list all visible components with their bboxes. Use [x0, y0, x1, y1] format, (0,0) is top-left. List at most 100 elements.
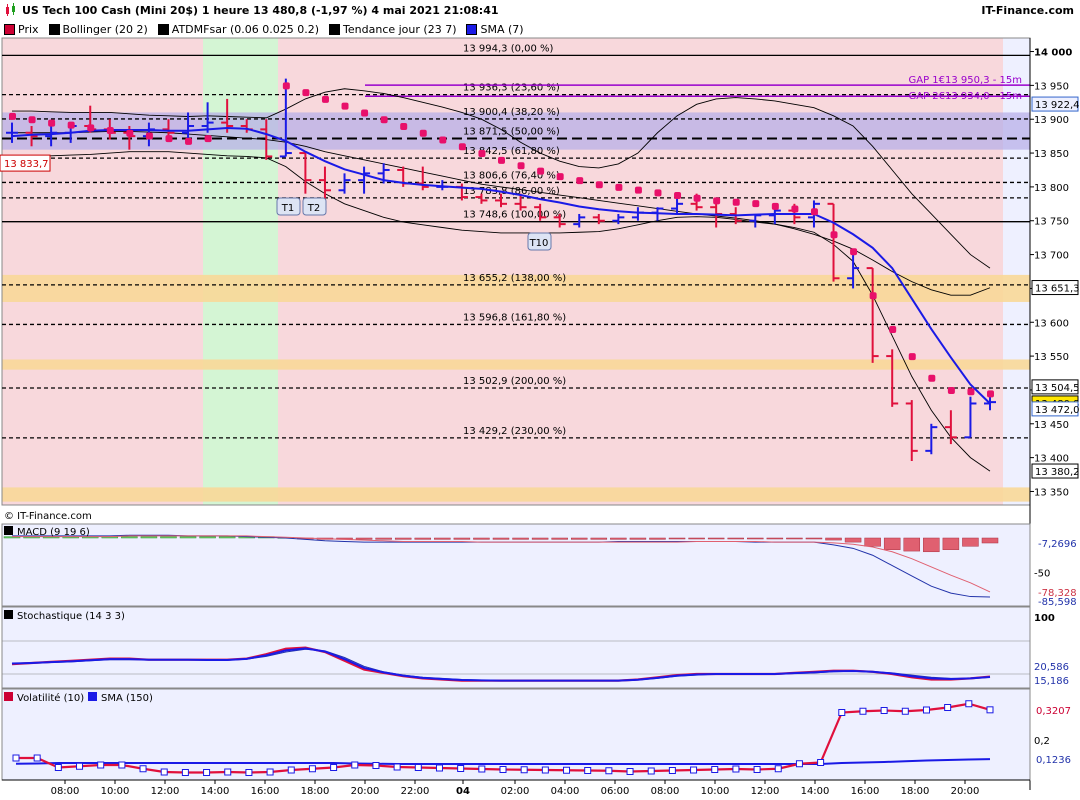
- sar-dot: [713, 197, 721, 205]
- macd-histogram-bar: [805, 537, 823, 540]
- volatility-point: [499, 766, 507, 773]
- marker-label: T10: [529, 238, 549, 249]
- macd-histogram-bar: [903, 537, 921, 552]
- macd-histogram-bar: [766, 537, 784, 540]
- macd-histogram-bar: [375, 537, 392, 540]
- macd-histogram-bar: [923, 537, 940, 553]
- macd-histogram-bar: [160, 536, 177, 539]
- x-tick-label: 08:00: [51, 786, 80, 797]
- sar-dot: [850, 248, 858, 256]
- sar-dot: [126, 129, 134, 137]
- y-tick-label: 13 350: [1034, 487, 1069, 498]
- macd-y-tick: -50: [1034, 568, 1050, 579]
- fib-level-label: 13 900,4 (38,20 %): [463, 107, 560, 118]
- macd-histogram-bar: [570, 537, 588, 540]
- volatility-point: [668, 767, 676, 774]
- volatility-point: [711, 766, 719, 773]
- macd-histogram-bar: [727, 537, 744, 540]
- macd-histogram-bar: [962, 537, 979, 547]
- sar-dot: [517, 162, 525, 170]
- macd-title: MACD (9 19 6): [17, 527, 90, 538]
- volatility-point: [795, 760, 803, 768]
- sar-dot: [967, 388, 975, 396]
- fib-level-label: 13 748,6 (100,00 %): [463, 210, 566, 221]
- macd-histogram-bar: [629, 537, 647, 540]
- vol-swatch: [4, 692, 13, 701]
- stoch-swatch: [4, 610, 13, 619]
- volatility-point: [97, 761, 105, 769]
- macd-histogram-bar: [844, 537, 862, 543]
- volatility-point: [12, 754, 20, 762]
- sar-dot: [302, 89, 310, 97]
- y-tick-label: 13 400: [1034, 454, 1069, 465]
- macd-histogram-bar: [864, 537, 881, 547]
- macd-histogram-bar: [942, 537, 960, 550]
- vol-title: Volatilité (10): [17, 692, 84, 704]
- macd-header: [4, 526, 13, 535]
- sar-dot: [498, 156, 505, 164]
- volatility-point: [308, 765, 316, 773]
- vol-value-label: 0,3207: [1036, 706, 1071, 717]
- volatility-point: [732, 765, 740, 773]
- macd-histogram-bar: [786, 537, 803, 540]
- volatility-point: [76, 762, 84, 770]
- x-tick-label: 04: [456, 786, 470, 797]
- sar-dot: [458, 143, 466, 151]
- y-tick-label: 13 850: [1034, 149, 1069, 160]
- x-tick-label: 20:00: [951, 786, 980, 797]
- macd-histogram-bar: [649, 537, 666, 540]
- sar-dot: [185, 137, 193, 145]
- macd-histogram-bar: [453, 537, 471, 540]
- macd-histogram-bar: [883, 537, 901, 550]
- y-tick-label: 14 000: [1034, 48, 1072, 59]
- volatility-point: [922, 706, 930, 714]
- volatility-panel: [1, 688, 1031, 781]
- x-tick-label: 16:00: [251, 786, 280, 797]
- macd-histogram-bar: [668, 537, 686, 540]
- fib-level-label: 13 994,3 (0,00 %): [463, 43, 554, 54]
- volatility-point: [605, 767, 613, 775]
- fib-level-label: 13 429,2 (230,00 %): [463, 426, 566, 437]
- x-tick-label: 12:00: [751, 786, 780, 797]
- x-tick-label: 10:00: [101, 786, 130, 797]
- sar-dot: [654, 189, 662, 197]
- volatility-point: [859, 707, 867, 715]
- x-tick-label: 14:00: [201, 786, 230, 797]
- fib-level-label: 13 936,3 (23,60 %): [463, 83, 560, 94]
- macd-histogram-bar: [825, 537, 842, 541]
- gap-label: GAP 1€13 950,3 - 15m: [909, 75, 1023, 86]
- sar-dot: [28, 116, 36, 124]
- volatility-point: [690, 766, 698, 774]
- volatility-point: [266, 768, 274, 776]
- volatility-point: [393, 763, 401, 771]
- macd-histogram-bar: [551, 537, 568, 540]
- y-tick-label: 13 600: [1034, 318, 1069, 329]
- macd-histogram-bar: [434, 537, 451, 540]
- volatility-point: [160, 768, 168, 776]
- marker-label: T2: [307, 203, 320, 214]
- sar-dot: [204, 135, 212, 143]
- sar-dot: [771, 202, 779, 210]
- x-tick-label: 08:00: [651, 786, 680, 797]
- x-tick-label: 06:00: [601, 786, 630, 797]
- macd-swatch: [4, 526, 13, 535]
- sar-dot: [400, 122, 408, 130]
- volatility-point: [626, 768, 634, 775]
- sar-dot: [321, 95, 329, 103]
- stoch-value-label: 15,186: [1034, 676, 1069, 687]
- sar-dot: [282, 82, 290, 90]
- volatility-point: [541, 766, 549, 774]
- vol-sma-title: SMA (150): [101, 693, 153, 704]
- x-tick-label: 22:00: [401, 786, 430, 797]
- orange-zone-2: [2, 359, 1030, 370]
- y-tick-label: 13 950: [1034, 81, 1069, 92]
- x-tick-label: 20:00: [351, 786, 380, 797]
- macd-histogram-bar: [531, 537, 549, 540]
- orange-zone-3: [2, 487, 1030, 502]
- sar-dot: [380, 116, 388, 124]
- price-chart: 13 994,3 (0,00 %) 13 936,3 (23,60 %) 13 90…: [0, 37, 1080, 797]
- sar-dot: [478, 150, 486, 158]
- macd-histogram-bar: [199, 536, 216, 539]
- sar-dot: [634, 186, 642, 194]
- sar-dot: [674, 192, 682, 200]
